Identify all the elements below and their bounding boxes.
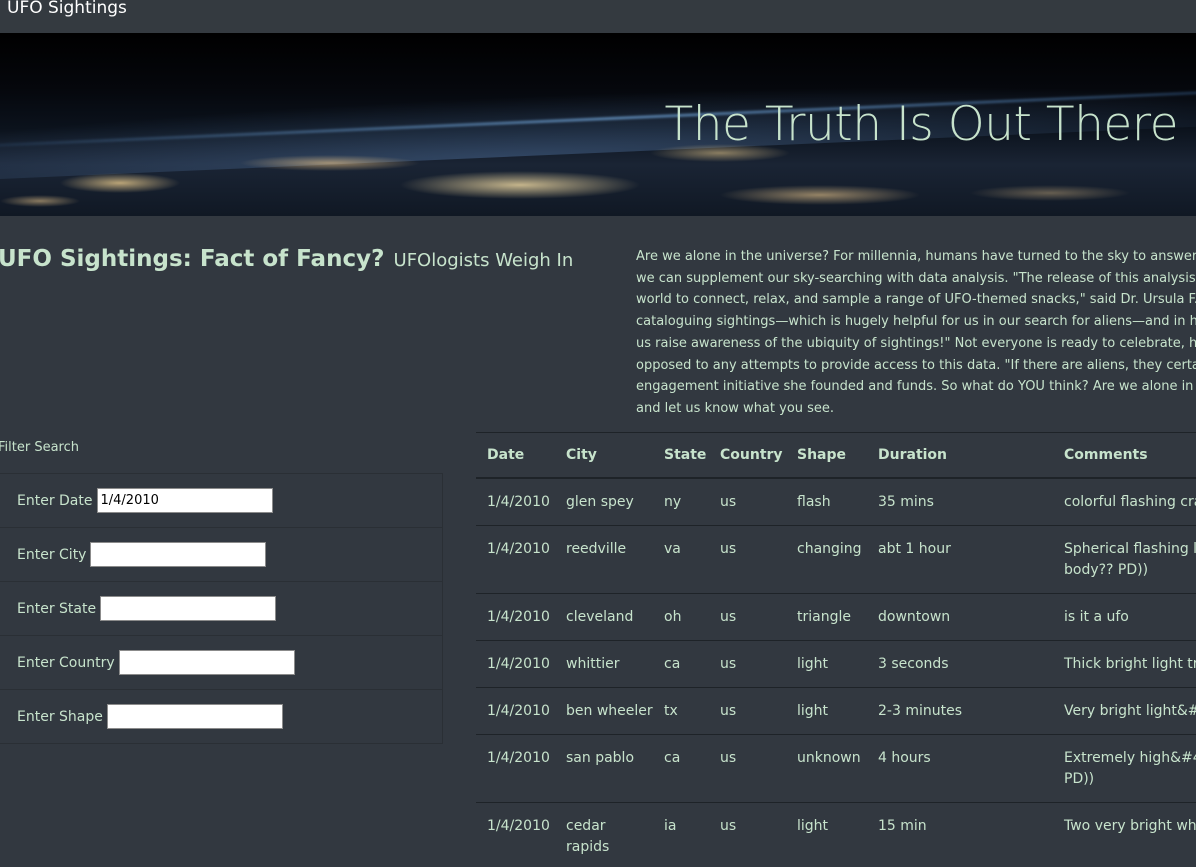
filter-search-heading: Filter Search bbox=[0, 440, 79, 455]
intro-line: and let us know what you see. bbox=[636, 400, 835, 416]
cell-duration: 35 mins bbox=[867, 477, 1053, 526]
intro-line: engagement initiative she founded and fu… bbox=[636, 379, 1196, 395]
filter-shape-label: Enter Shape bbox=[17, 708, 103, 725]
cell-duration: abt 1 hour bbox=[867, 525, 1053, 594]
cell-country: us bbox=[709, 525, 786, 594]
cell-shape: changing bbox=[786, 525, 867, 594]
cell-city: cleveland bbox=[555, 593, 653, 641]
cell-city: whittier bbox=[555, 640, 653, 688]
intro-line: opposed to any attempts to provide acces… bbox=[636, 357, 1196, 373]
cell-comments: Thick bright light trav bbox=[1053, 640, 1196, 688]
filter-country-label: Enter Country bbox=[17, 654, 115, 671]
cell-date: 1/4/2010 bbox=[476, 640, 555, 688]
filter-city-label: Enter City bbox=[17, 546, 87, 563]
column-header-country: Country bbox=[709, 432, 786, 479]
cell-country: us bbox=[709, 802, 786, 867]
navbar-brand[interactable]: UFO Sightings bbox=[7, 0, 127, 18]
cell-city: san pablo bbox=[555, 734, 653, 803]
hero-banner: The Truth Is Out There bbox=[0, 33, 1196, 216]
cell-city: glen spey bbox=[555, 477, 653, 526]
table-row: 1/4/2010 san pablo ca us unknown 4 hours… bbox=[476, 734, 1196, 803]
shape-input[interactable] bbox=[106, 704, 283, 729]
column-header-duration: Duration bbox=[867, 432, 1053, 479]
intro-line: cataloguing sightings—which is hugely he… bbox=[636, 314, 1196, 330]
cell-date: 1/4/2010 bbox=[476, 525, 555, 594]
cell-country: us bbox=[709, 477, 786, 526]
cell-comments: colorful flashing craft bbox=[1053, 477, 1196, 526]
table-row: 1/4/2010 glen spey ny us flash 35 mins c… bbox=[476, 477, 1196, 526]
ufo-table-container: Date City State Country Shape Duration C… bbox=[476, 432, 1196, 867]
table-row: 1/4/2010 ben wheeler tx us light 2-3 min… bbox=[476, 687, 1196, 735]
filter-row-state: Enter State bbox=[0, 582, 443, 636]
cell-date: 1/4/2010 bbox=[476, 593, 555, 641]
hero-title: The Truth Is Out There bbox=[664, 97, 1179, 152]
column-header-comments: Comments bbox=[1053, 432, 1196, 479]
filter-list: Enter Date Enter City Enter State Enter … bbox=[0, 473, 443, 744]
cell-shape: flash bbox=[786, 477, 867, 526]
cell-date: 1/4/2010 bbox=[476, 687, 555, 735]
article-heading: UFO Sightings: Fact of Fancy? UFOlogists… bbox=[0, 246, 573, 272]
column-header-state: State bbox=[653, 432, 709, 479]
table-row: 1/4/2010 cedar rapids ia us light 15 min… bbox=[476, 802, 1196, 867]
filter-row-country: Enter Country bbox=[0, 636, 443, 690]
cell-comments: Very bright light&#44 bbox=[1053, 687, 1196, 735]
article-subtitle: UFOlogists Weigh In bbox=[393, 250, 574, 271]
filter-row-shape: Enter Shape bbox=[0, 690, 443, 744]
cell-date: 1/4/2010 bbox=[476, 477, 555, 526]
cell-state: va bbox=[653, 525, 709, 594]
cell-date: 1/4/2010 bbox=[476, 734, 555, 803]
cell-country: us bbox=[709, 734, 786, 803]
cell-comments: Spherical flashing light body?? PD)) bbox=[1053, 525, 1196, 594]
cell-shape: triangle bbox=[786, 593, 867, 641]
article-title: UFO Sightings: Fact of Fancy? bbox=[0, 246, 385, 272]
intro-line: world to connect, relax, and sample a ra… bbox=[636, 292, 1196, 308]
table-row: 1/4/2010 cleveland oh us triangle downto… bbox=[476, 593, 1196, 641]
cell-duration: 3 seconds bbox=[867, 640, 1053, 688]
intro-line: us raise awareness of the ubiquity of si… bbox=[636, 335, 1196, 351]
cell-state: ia bbox=[653, 802, 709, 867]
cell-country: us bbox=[709, 687, 786, 735]
cell-country: us bbox=[709, 640, 786, 688]
cell-duration: downtown bbox=[867, 593, 1053, 641]
column-header-date: Date bbox=[476, 432, 555, 479]
cell-shape: unknown bbox=[786, 734, 867, 803]
cell-state: tx bbox=[653, 687, 709, 735]
cell-date: 1/4/2010 bbox=[476, 802, 555, 867]
cell-city: cedar rapids bbox=[555, 802, 653, 867]
cell-city: reedville bbox=[555, 525, 653, 594]
filter-row-date: Enter Date bbox=[0, 474, 443, 528]
state-input[interactable] bbox=[100, 596, 277, 621]
intro-line: we can supplement our sky-searching with… bbox=[636, 270, 1196, 286]
cell-comments: Extremely high&#44 PD)) bbox=[1053, 734, 1196, 803]
cell-country: us bbox=[709, 593, 786, 641]
intro-line: Are we alone in the universe? For millen… bbox=[636, 249, 1196, 264]
cell-duration: 4 hours bbox=[867, 734, 1053, 803]
cell-city: ben wheeler bbox=[555, 687, 653, 735]
cell-shape: light bbox=[786, 802, 867, 867]
table-header-row: Date City State Country Shape Duration C… bbox=[476, 432, 1196, 479]
ufo-table: Date City State Country Shape Duration C… bbox=[476, 432, 1196, 867]
cell-state: ny bbox=[653, 477, 709, 526]
cell-duration: 2-3 minutes bbox=[867, 687, 1053, 735]
cell-comments: is it a ufo bbox=[1053, 593, 1196, 641]
table-row: 1/4/2010 whittier ca us light 3 seconds … bbox=[476, 640, 1196, 688]
filter-date-label: Enter Date bbox=[17, 492, 93, 509]
cell-state: oh bbox=[653, 593, 709, 641]
cell-shape: light bbox=[786, 687, 867, 735]
navbar: UFO Sightings bbox=[0, 0, 1196, 33]
filter-state-label: Enter State bbox=[17, 600, 97, 617]
article-intro: Are we alone in the universe? For millen… bbox=[636, 246, 1196, 420]
column-header-shape: Shape bbox=[786, 432, 867, 479]
cell-comments: Two very bright white bbox=[1053, 802, 1196, 867]
column-header-city: City bbox=[555, 432, 653, 479]
cell-state: ca bbox=[653, 640, 709, 688]
date-input[interactable] bbox=[96, 488, 273, 513]
table-row: 1/4/2010 reedville va us changing abt 1 … bbox=[476, 525, 1196, 594]
filter-row-city: Enter City bbox=[0, 528, 443, 582]
city-input[interactable] bbox=[90, 542, 267, 567]
cell-shape: light bbox=[786, 640, 867, 688]
country-input[interactable] bbox=[118, 650, 295, 675]
cell-duration: 15 min bbox=[867, 802, 1053, 867]
cell-state: ca bbox=[653, 734, 709, 803]
